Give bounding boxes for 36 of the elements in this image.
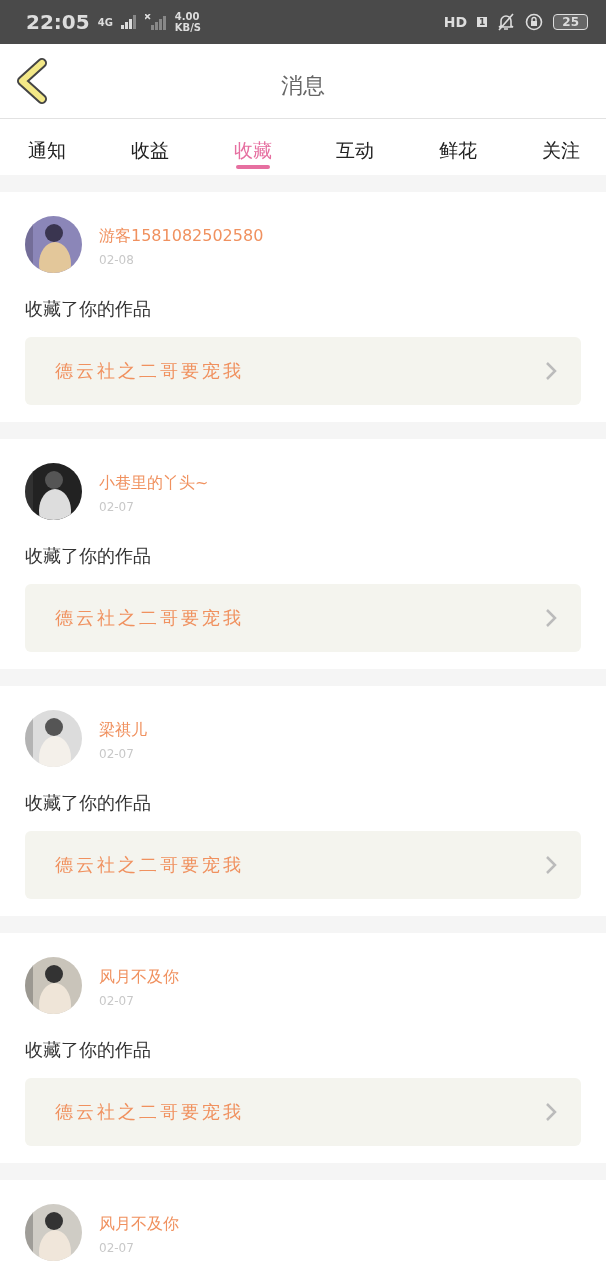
message-text: 收藏了你的作品 (25, 544, 152, 568)
chevron-right-icon (545, 361, 557, 381)
message-text: 收藏了你的作品 (25, 1038, 152, 1062)
chevron-right-icon (545, 608, 557, 628)
user-name[interactable]: 梁祺儿 (99, 720, 147, 741)
speed-unit: KB/S (174, 22, 202, 33)
battery-indicator: 25 (553, 14, 588, 30)
page-title: 消息 (281, 72, 325, 100)
no-signal-icon (144, 14, 167, 30)
chevron-right-icon (545, 855, 557, 875)
work-link[interactable]: 德云社之二哥要宠我 (25, 337, 581, 405)
network-speed: 4.00 (174, 11, 201, 22)
tab[interactable]: 鲜花 (433, 119, 484, 175)
bell-muted-icon (497, 13, 516, 31)
tab[interactable]: 收藏 (227, 119, 278, 175)
chevron-right-icon (545, 1102, 557, 1122)
user-name[interactable]: 风月不及你 (99, 1214, 179, 1235)
signal-icon (120, 15, 137, 29)
work-link[interactable]: 德云社之二哥要宠我 (25, 584, 581, 652)
work-link[interactable]: 德云社之二哥要宠我 (25, 831, 581, 899)
network-label: 4G (97, 16, 113, 28)
user-name[interactable]: 小巷里的丫头~ (99, 473, 209, 494)
sim-label: 1 (477, 17, 488, 27)
user-name[interactable]: 风月不及你 (99, 967, 179, 988)
hd-label: HD (443, 14, 468, 30)
tab[interactable]: 关注 (536, 119, 586, 175)
clock: 22:05 (26, 10, 90, 34)
back-button[interactable] (14, 58, 48, 104)
message-text: 收藏了你的作品 (25, 791, 152, 815)
lock-rotation-icon (525, 13, 544, 31)
tab[interactable]: 互动 (330, 119, 381, 175)
tab[interactable]: 收益 (124, 119, 175, 175)
message-text: 收藏了你的作品 (25, 297, 152, 321)
tab[interactable]: 通知 (22, 119, 72, 175)
user-name[interactable]: 游客1581082502580 (99, 226, 264, 247)
work-link[interactable]: 德云社之二哥要宠我 (25, 1078, 581, 1146)
